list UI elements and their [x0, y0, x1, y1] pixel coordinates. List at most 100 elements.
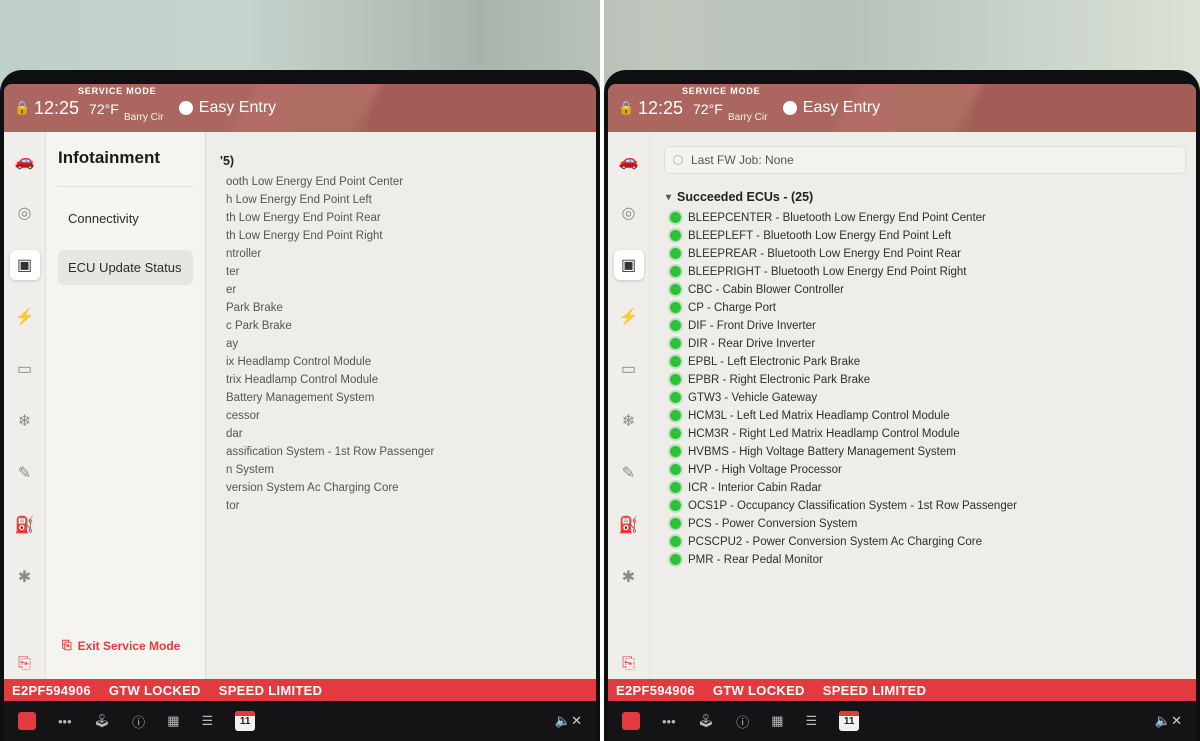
ecu-row[interactable]: HVP - High Voltage Processor	[670, 462, 1186, 477]
list-icon[interactable]: ☰	[805, 713, 817, 729]
ecu-row[interactable]: ay	[226, 336, 586, 351]
ecu-row[interactable]: EPBL - Left Electronic Park Brake	[670, 354, 1186, 369]
ecu-row[interactable]: GTW3 - Vehicle Gateway	[670, 390, 1186, 405]
ecu-row[interactable]: HCM3L - Left Led Matrix Headlamp Control…	[670, 408, 1186, 423]
ecu-row[interactable]: c Park Brake	[226, 318, 586, 333]
submenu-item-connectivity[interactable]: Connectivity	[58, 201, 193, 236]
calendar-icon[interactable]: 11	[235, 711, 255, 731]
location-label: Barry Cir	[728, 112, 767, 123]
ecu-row[interactable]: DIF - Front Drive Inverter	[670, 318, 1186, 333]
submenu-item-ecu-update[interactable]: ECU Update Status	[58, 250, 193, 285]
snowflake-icon[interactable]: ❄	[614, 406, 644, 436]
ecu-row[interactable]: BLEEPRIGHT - Bluetooth Low Energy End Po…	[670, 264, 1186, 279]
ecu-row[interactable]: Park Brake	[226, 300, 586, 315]
fuel-icon[interactable]: ⛽	[10, 510, 40, 540]
pencil-icon[interactable]: ✎	[10, 458, 40, 488]
ecu-label: th Low Energy End Point Rear	[226, 212, 381, 224]
ecu-row[interactable]: trix Headlamp Control Module	[226, 372, 586, 387]
ecu-row[interactable]: ICR - Interior Cabin Radar	[670, 480, 1186, 495]
exit-icon[interactable]: ⎘	[10, 649, 40, 679]
app-launcher-icon[interactable]	[622, 712, 640, 730]
bolt-icon[interactable]: ⚡	[10, 302, 40, 332]
ecu-row[interactable]: BLEEPCENTER - Bluetooth Low Energy End P…	[670, 210, 1186, 225]
ecu-row[interactable]: ix Headlamp Control Module	[226, 354, 586, 369]
ecu-row[interactable]: HCM3R - Right Led Matrix Headlamp Contro…	[670, 426, 1186, 441]
chip-icon[interactable]: ▣	[614, 250, 644, 280]
ecu-row[interactable]: dar	[226, 426, 586, 441]
ecu-row[interactable]: BLEEPLEFT - Bluetooth Low Energy End Poi…	[670, 228, 1186, 243]
volume-mute-icon[interactable]: 🔈✕	[1155, 713, 1182, 729]
ecu-label: Park Brake	[226, 302, 283, 314]
ecu-row[interactable]: PCSCPU2 - Power Conversion System Ac Cha…	[670, 534, 1186, 549]
fuel-icon[interactable]: ⛽	[614, 510, 644, 540]
ecu-row[interactable]: th Low Energy End Point Rear	[226, 210, 586, 225]
ecu-list: ooth Low Energy End Point Center h Low En…	[220, 174, 586, 513]
ecu-row[interactable]: PCS - Power Conversion System	[670, 516, 1186, 531]
grid-icon[interactable]: ▦	[167, 713, 179, 729]
more-icon[interactable]: •••	[58, 714, 72, 729]
grid-icon[interactable]: ▦	[771, 713, 783, 729]
car-icon[interactable]: 🚗	[10, 146, 40, 176]
ecu-row[interactable]: ter	[226, 264, 586, 279]
joystick-icon[interactable]: 🕹	[698, 713, 715, 729]
exit-icon[interactable]: ⎘	[614, 649, 644, 679]
ecu-row[interactable]: Battery Management System	[226, 390, 586, 405]
last-fw-job-row[interactable]: Last FW Job: None	[664, 146, 1186, 174]
ecu-row[interactable]: er	[226, 282, 586, 297]
ecu-row[interactable]: OCS1P - Occupancy Classification System …	[670, 498, 1186, 513]
clock: 12:25	[34, 98, 79, 119]
status-dot-icon	[670, 374, 681, 385]
lock-icon[interactable]: 🔒	[618, 100, 632, 116]
airbag-icon[interactable]: ✱	[614, 562, 644, 592]
succeeded-ecus-header[interactable]: '5)	[220, 146, 586, 174]
calendar-icon[interactable]: 11	[839, 711, 859, 731]
battery-icon[interactable]: ▭	[10, 354, 40, 384]
driver-profile[interactable]: Easy Entry	[783, 99, 880, 117]
ecu-row[interactable]: h Low Energy End Point Left	[226, 192, 586, 207]
steering-icon[interactable]: ◎	[614, 198, 644, 228]
submenu-title: Infotainment	[58, 148, 193, 187]
ecu-row[interactable]: PMR - Rear Pedal Monitor	[670, 552, 1186, 567]
battery-icon[interactable]: ▭	[614, 354, 644, 384]
ecu-label: CBC - Cabin Blower Controller	[688, 284, 844, 296]
volume-mute-icon[interactable]: 🔈✕	[555, 713, 582, 729]
more-icon[interactable]: •••	[662, 714, 676, 729]
ecu-label: ter	[226, 266, 239, 278]
ecu-row[interactable]: ooth Low Energy End Point Center	[226, 174, 586, 189]
joystick-icon[interactable]: 🕹	[94, 713, 111, 729]
exit-service-mode[interactable]: ⎘ Exit Service Mode	[58, 628, 193, 663]
lock-icon[interactable]: 🔒	[14, 100, 28, 116]
ecu-row[interactable]: EPBR - Right Electronic Park Brake	[670, 372, 1186, 387]
pencil-icon[interactable]: ✎	[614, 458, 644, 488]
ecu-row[interactable]: version System Ac Charging Core	[226, 480, 586, 495]
ecu-row[interactable]: th Low Energy End Point Right	[226, 228, 586, 243]
ecu-row[interactable]: assification System - 1st Row Passenger	[226, 444, 586, 459]
ecu-row[interactable]: n System	[226, 462, 586, 477]
ecu-row[interactable]: CBC - Cabin Blower Controller	[670, 282, 1186, 297]
ecu-row[interactable]: DIR - Rear Drive Inverter	[670, 336, 1186, 351]
ecu-label: HVP - High Voltage Processor	[688, 464, 842, 476]
airbag-icon[interactable]: ✱	[10, 562, 40, 592]
ecu-row[interactable]: HVBMS - High Voltage Battery Management …	[670, 444, 1186, 459]
avatar-icon	[783, 101, 797, 115]
info-icon[interactable]: ⓘ	[736, 712, 749, 731]
info-icon[interactable]: ⓘ	[132, 712, 145, 731]
driver-profile[interactable]: Easy Entry	[179, 99, 276, 117]
status-dot-icon	[670, 554, 681, 565]
ecu-row[interactable]: cessor	[226, 408, 586, 423]
ecu-row[interactable]: CP - Charge Port	[670, 300, 1186, 315]
ecu-row[interactable]: tor	[226, 498, 586, 513]
app-launcher-icon[interactable]	[18, 712, 36, 730]
snowflake-icon[interactable]: ❄	[10, 406, 40, 436]
status-dot-icon	[670, 212, 681, 223]
bolt-icon[interactable]: ⚡	[614, 302, 644, 332]
chip-icon[interactable]: ▣	[10, 250, 40, 280]
steering-icon[interactable]: ◎	[10, 198, 40, 228]
ecu-label: BLEEPLEFT - Bluetooth Low Energy End Poi…	[688, 230, 951, 242]
succeeded-ecus-header[interactable]: ▾ Succeeded ECUs - (25)	[664, 182, 1186, 210]
car-icon[interactable]: 🚗	[614, 146, 644, 176]
ecu-row[interactable]: ntroller	[226, 246, 586, 261]
list-icon[interactable]: ☰	[201, 713, 213, 729]
ecu-label: cessor	[226, 410, 260, 422]
ecu-row[interactable]: BLEEPREAR - Bluetooth Low Energy End Poi…	[670, 246, 1186, 261]
